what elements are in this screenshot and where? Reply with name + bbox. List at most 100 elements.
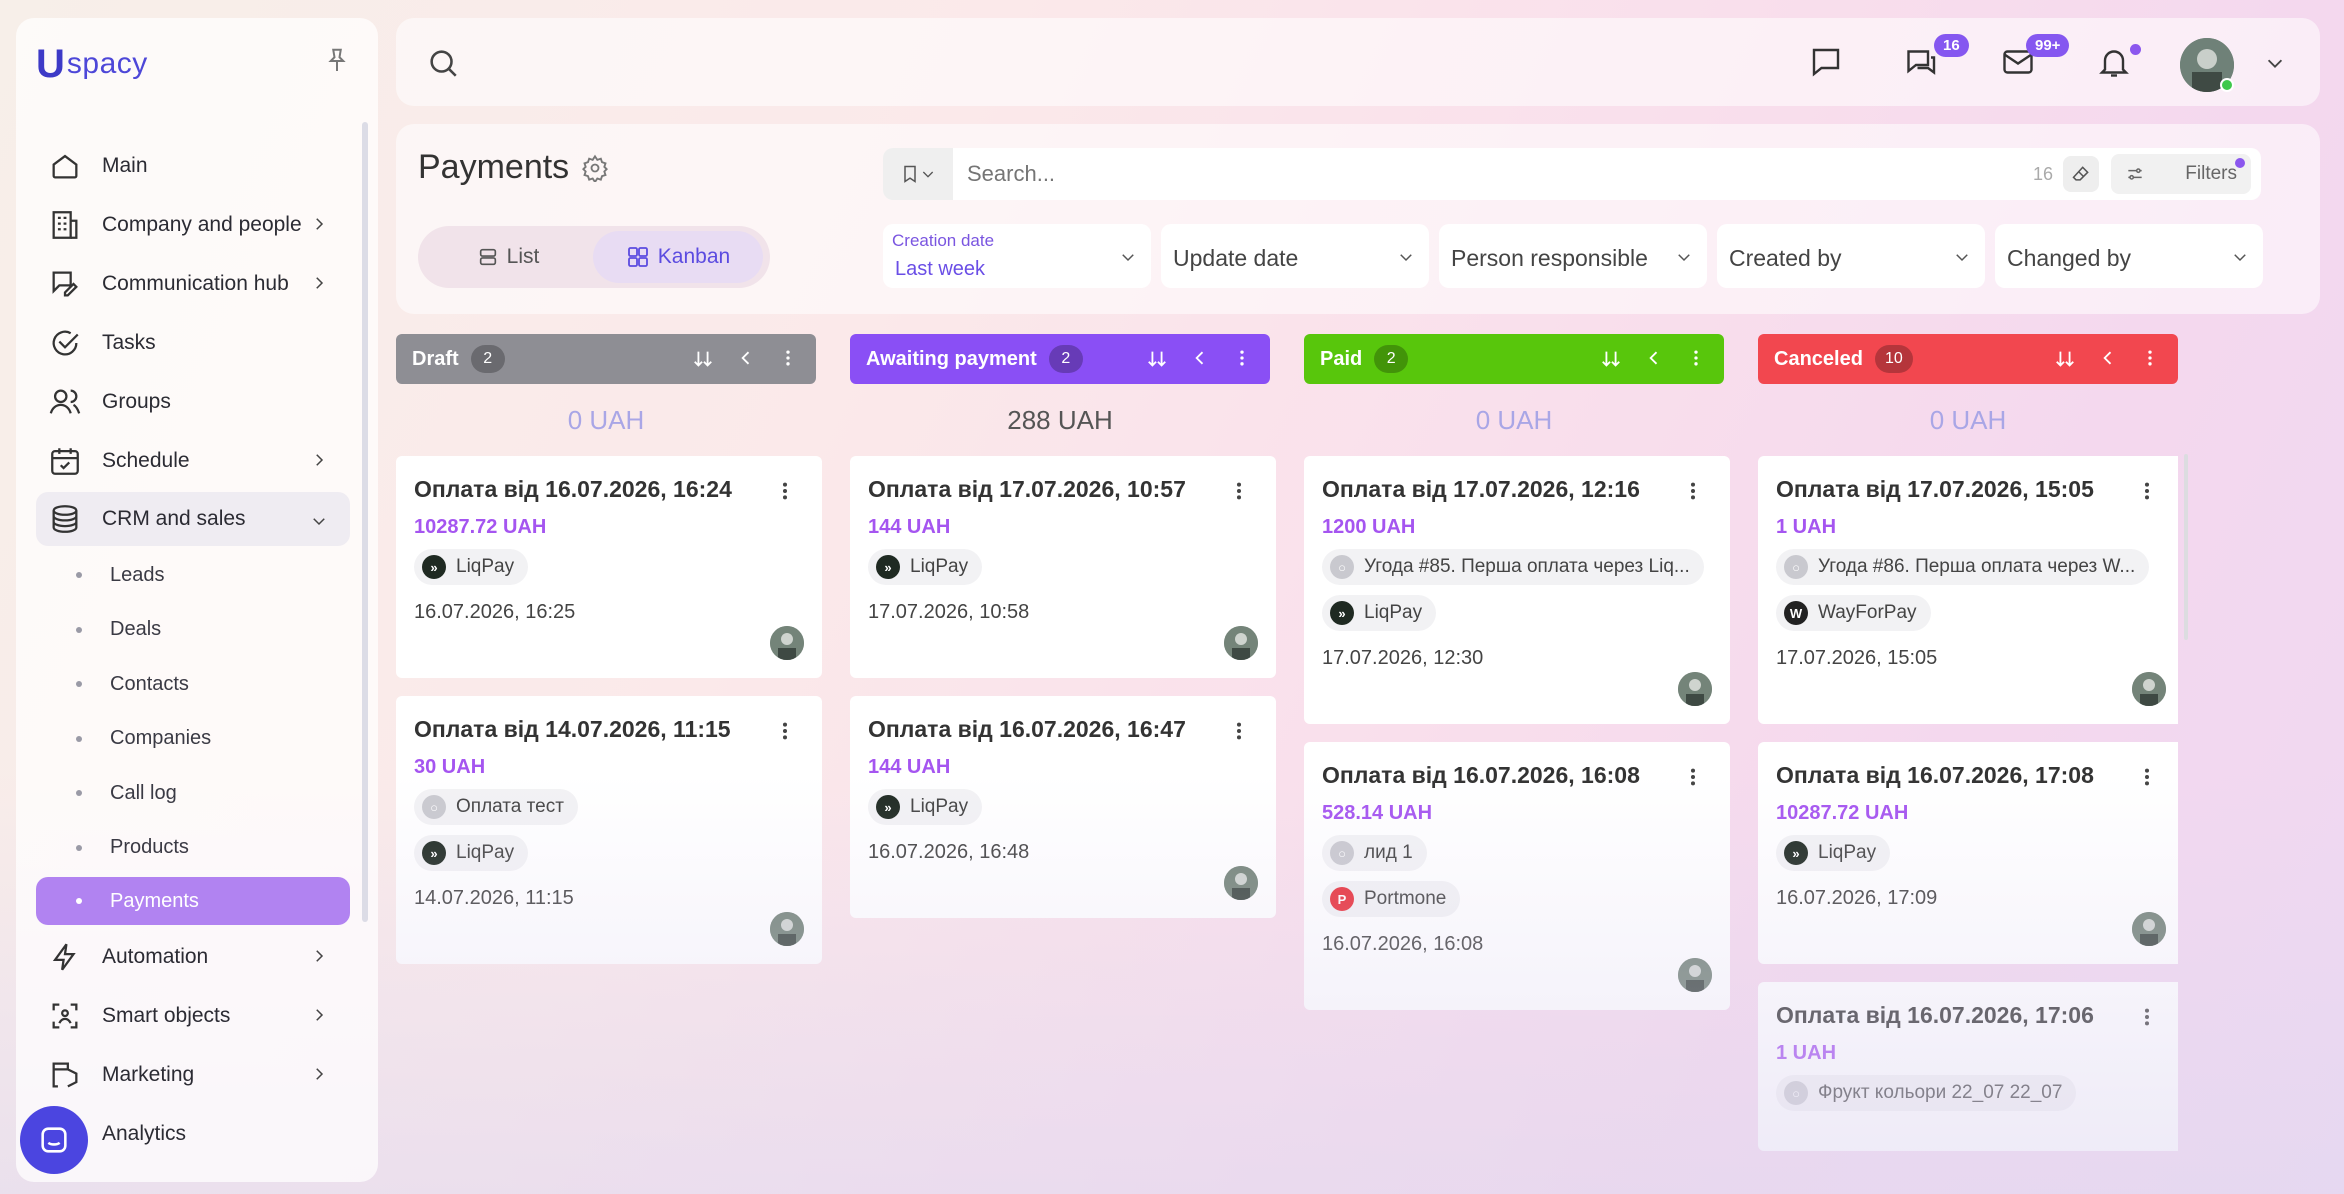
more-icon[interactable] bbox=[2136, 766, 2158, 788]
responsible-avatar[interactable] bbox=[2132, 672, 2166, 706]
payment-card[interactable]: Оплата від 14.07.2026, 11:15 30 UAH ○ Оплат… bbox=[396, 696, 822, 964]
more-icon[interactable] bbox=[1228, 480, 1250, 502]
filters-button[interactable]: Filters bbox=[2111, 154, 2251, 194]
created-by-select[interactable]: Created by bbox=[1717, 224, 1985, 288]
card-chip[interactable]: » LiqPay bbox=[868, 789, 983, 825]
more-icon[interactable] bbox=[774, 480, 796, 502]
sidebar-subitem-products[interactable]: Products bbox=[36, 821, 350, 876]
payment-card[interactable]: Оплата від 17.07.2026, 10:57 144 UAH » LiqP… bbox=[850, 456, 1276, 678]
sidebar-subitem-deals[interactable]: Deals bbox=[36, 603, 350, 658]
more-icon[interactable] bbox=[2140, 348, 2160, 368]
bell-icon[interactable] bbox=[2096, 44, 2132, 80]
sort-icon[interactable] bbox=[2054, 348, 2076, 370]
update-date-select[interactable]: Update date bbox=[1161, 224, 1429, 288]
payment-card[interactable]: Оплата від 17.07.2026, 12:16 1200 UAH ○ Уго… bbox=[1304, 456, 1730, 724]
card-amount: 528.14 UAH bbox=[1322, 802, 1433, 824]
chip-label: Portmone bbox=[1364, 888, 1447, 909]
message-icon[interactable] bbox=[1808, 44, 1844, 80]
responsible-avatar[interactable] bbox=[2132, 912, 2166, 946]
card-chip[interactable]: » LiqPay bbox=[1776, 835, 1891, 871]
payment-card[interactable]: Оплата від 16.07.2026, 16:24 10287.72 UAH… bbox=[396, 456, 822, 678]
responsible-avatar[interactable] bbox=[1678, 672, 1712, 706]
sidebar-subitem-payments[interactable]: Payments bbox=[36, 877, 350, 925]
kanban-view-button[interactable]: Kanban bbox=[593, 231, 763, 283]
sidebar-scrollbar[interactable] bbox=[362, 122, 368, 922]
responsible-avatar[interactable] bbox=[1224, 626, 1258, 660]
card-chip[interactable]: » LiqPay bbox=[1322, 595, 1437, 631]
sort-icon[interactable] bbox=[1600, 348, 1622, 370]
payment-card[interactable]: Оплата від 16.07.2026, 16:47 144 UAH » LiqP… bbox=[850, 696, 1276, 918]
sidebar-subitem-call-log[interactable]: Call log bbox=[36, 766, 350, 821]
sidebar-item-crm[interactable]: CRM and sales bbox=[36, 492, 350, 546]
sidebar-subitem-contacts[interactable]: Contacts bbox=[36, 657, 350, 712]
sidebar-menu: Main Company and people Communication hu… bbox=[36, 136, 350, 1163]
sidebar-item-communication[interactable]: Communication hub bbox=[36, 254, 350, 313]
responsible-avatar[interactable] bbox=[770, 912, 804, 946]
payment-card[interactable]: Оплата від 16.07.2026, 16:08 528.14 UAH ○ л… bbox=[1304, 742, 1730, 1010]
more-icon[interactable] bbox=[2136, 1006, 2158, 1028]
sidebar-item-main[interactable]: Main bbox=[36, 136, 350, 195]
person-responsible-select[interactable]: Person responsible bbox=[1439, 224, 1707, 288]
creation-date-select[interactable]: Creation date Last week bbox=[883, 224, 1151, 288]
clear-filters-button[interactable] bbox=[2063, 156, 2099, 192]
logo[interactable]: U spacy bbox=[36, 42, 148, 86]
more-icon[interactable] bbox=[1686, 348, 1706, 368]
more-icon[interactable] bbox=[1682, 766, 1704, 788]
sidebar-item-smart-objects[interactable]: Smart objects bbox=[36, 986, 350, 1045]
sort-icon[interactable] bbox=[692, 348, 714, 370]
card-chip[interactable]: ○ Угода #86. Перша оплата через W... bbox=[1776, 549, 2150, 585]
column-header[interactable]: Paid 2 bbox=[1304, 334, 1724, 384]
more-icon[interactable] bbox=[774, 720, 796, 742]
responsible-avatar[interactable] bbox=[1224, 866, 1258, 900]
column-scrollbar[interactable] bbox=[2184, 454, 2188, 640]
column-header[interactable]: Draft 2 bbox=[396, 334, 816, 384]
chevron-right-icon bbox=[316, 218, 324, 230]
card-chip[interactable]: ○ Фрукт кольори 22_07 22_07 bbox=[1776, 1075, 2077, 1111]
payment-card[interactable]: Оплата від 16.07.2026, 17:08 10287.72 UAH… bbox=[1758, 742, 2178, 964]
sidebar-item-marketing[interactable]: Marketing bbox=[36, 1045, 350, 1104]
column-header[interactable]: Canceled 10 bbox=[1758, 334, 2178, 384]
responsible-avatar[interactable] bbox=[770, 626, 804, 660]
card-chip[interactable]: P Portmone bbox=[1322, 881, 1461, 917]
more-icon[interactable] bbox=[1232, 348, 1252, 368]
changed-by-select[interactable]: Changed by bbox=[1995, 224, 2263, 288]
sidebar-item-schedule[interactable]: Schedule bbox=[36, 431, 350, 490]
gray-icon: ○ bbox=[1330, 555, 1354, 579]
support-chat-button[interactable] bbox=[20, 1106, 88, 1174]
payment-card[interactable]: Оплата від 17.07.2026, 15:05 1 UAH ○ Угода … bbox=[1758, 456, 2178, 724]
collapse-icon[interactable] bbox=[736, 348, 756, 368]
pin-icon[interactable] bbox=[322, 46, 352, 76]
collapse-icon[interactable] bbox=[1644, 348, 1664, 368]
more-icon[interactable] bbox=[1682, 480, 1704, 502]
sidebar-item-groups[interactable]: Groups bbox=[36, 372, 350, 431]
list-view-button[interactable]: List bbox=[423, 231, 593, 283]
sort-icon[interactable] bbox=[1146, 348, 1168, 370]
sidebar-subitem-leads[interactable]: Leads bbox=[36, 548, 350, 603]
card-chip[interactable]: » LiqPay bbox=[414, 549, 529, 585]
more-icon[interactable] bbox=[778, 348, 798, 368]
more-icon[interactable] bbox=[1228, 720, 1250, 742]
search-input[interactable] bbox=[967, 161, 2033, 187]
responsible-avatar[interactable] bbox=[1678, 958, 1712, 992]
chevron-down-icon[interactable] bbox=[2264, 52, 2286, 74]
search-icon[interactable] bbox=[426, 46, 460, 80]
sidebar-item-automation[interactable]: Automation bbox=[36, 927, 350, 986]
gear-icon[interactable] bbox=[581, 154, 609, 182]
sidebar-subitem-companies[interactable]: Companies bbox=[36, 712, 350, 767]
card-chip[interactable]: » LiqPay bbox=[414, 835, 529, 871]
payment-card[interactable]: Оплата від 16.07.2026, 17:06 1 UAH ○ Фрукт … bbox=[1758, 982, 2178, 1151]
saved-filters-button[interactable] bbox=[883, 148, 953, 200]
column-header[interactable]: Awaiting payment 2 bbox=[850, 334, 1270, 384]
more-icon[interactable] bbox=[2136, 480, 2158, 502]
chip-label: Фрукт кольори 22_07 22_07 bbox=[1818, 1082, 2063, 1103]
card-chip[interactable]: ○ Оплата тест bbox=[414, 789, 578, 825]
card-chip[interactable]: ○ Угода #85. Перша оплата через Liq... bbox=[1322, 549, 1704, 585]
sidebar-item-company[interactable]: Company and people bbox=[36, 195, 350, 254]
card-chip[interactable]: W WayForPay bbox=[1776, 595, 1931, 631]
card-chip[interactable]: ○ лид 1 bbox=[1322, 835, 1427, 871]
collapse-icon[interactable] bbox=[2098, 348, 2118, 368]
sidebar-item-label: Groups bbox=[102, 389, 171, 413]
collapse-icon[interactable] bbox=[1190, 348, 1210, 368]
sidebar-item-tasks[interactable]: Tasks bbox=[36, 313, 350, 372]
card-chip[interactable]: » LiqPay bbox=[868, 549, 983, 585]
